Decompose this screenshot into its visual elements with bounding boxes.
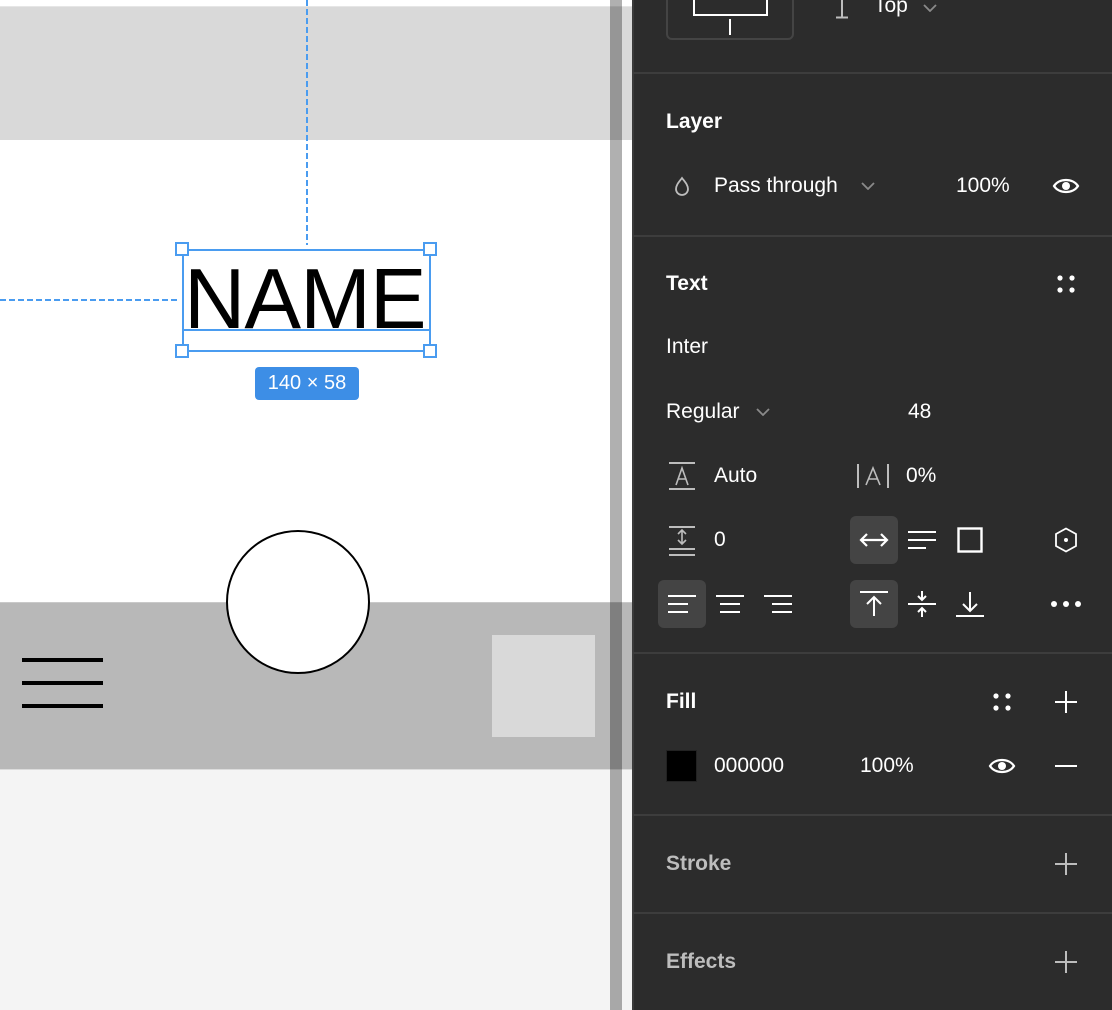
spacing-guide-vertical [306,0,308,245]
eye-icon[interactable] [986,754,1018,778]
letter-spacing-input[interactable]: 0% [906,462,936,490]
blend-mode-drop-icon [670,174,694,198]
fill-section-title: Fill [666,690,697,713]
font-size-input[interactable]: 48 [908,398,931,426]
vertical-constraint-icon [834,0,850,20]
fill-color-swatch[interactable] [666,750,697,782]
font-weight-select[interactable]: Regular [666,398,740,426]
section-divider [632,912,1112,914]
blend-mode-select[interactable]: Pass through [714,172,838,200]
resize-handle-top-right[interactable] [423,242,437,256]
dimensions-label: 140 × 58 [255,367,359,400]
align-left-button[interactable] [658,580,706,628]
auto-height-button[interactable] [898,516,946,564]
resize-handle-top-left[interactable] [175,242,189,256]
align-center-button[interactable] [706,580,754,628]
chevron-down-icon[interactable] [755,406,771,418]
fill-opacity-input[interactable]: 100% [860,752,914,780]
line-height-icon [666,460,698,492]
constraints-widget[interactable] [666,0,794,40]
align-right-button[interactable] [754,580,802,628]
effects-section-title: Effects [666,950,737,973]
align-middle-button[interactable] [898,580,946,628]
layer-opacity-input[interactable]: 100% [956,172,1010,200]
section-divider [632,814,1112,816]
chevron-down-icon[interactable] [860,180,876,192]
paragraph-spacing-input[interactable]: 0 [714,526,726,554]
remove-fill-minus-icon[interactable] [1052,752,1080,780]
hamburger-menu-icon-line-1[interactable] [22,658,103,662]
text-baseline-indicator [182,329,431,331]
letter-spacing-icon [854,462,892,490]
chevron-down-icon[interactable] [922,2,938,14]
more-options-icon[interactable] [1042,580,1090,628]
truncate-text-hexagon-icon[interactable] [1042,516,1090,564]
align-bottom-button[interactable] [946,580,994,628]
section-divider [632,652,1112,654]
fill-styles-dots-icon[interactable] [988,690,1016,714]
auto-width-button[interactable] [850,516,898,564]
selection-box[interactable] [182,249,431,352]
resize-handle-bottom-left[interactable] [175,344,189,358]
text-section-title: Text [666,272,708,295]
align-top-button[interactable] [850,580,898,628]
fixed-size-button[interactable] [946,516,994,564]
constraint-bottom-line[interactable] [729,19,731,35]
design-canvas[interactable]: NAME 140 × 58 [0,0,632,1010]
paragraph-spacing-icon [666,524,698,558]
add-effect-plus-icon[interactable] [1052,948,1080,976]
circle-ellipse[interactable] [226,530,370,674]
section-divider [632,72,1112,74]
text-styles-dots-icon[interactable] [1052,272,1080,296]
constraints-frame-box [693,0,768,16]
add-fill-plus-icon[interactable] [1052,688,1080,716]
layer-section-title: Layer [666,110,723,133]
vertical-scrollbar[interactable] [610,0,622,1010]
fill-hex-input[interactable]: 000000 [714,752,784,780]
spacing-guide-horizontal [0,299,180,301]
header-rectangle[interactable] [0,6,632,140]
hamburger-menu-icon-line-3[interactable] [22,704,103,708]
vertical-constraint-select[interactable]: Top [874,0,908,20]
resize-handle-bottom-right[interactable] [423,344,437,358]
square-rectangle[interactable] [492,635,595,737]
font-family-select[interactable]: Inter [666,333,708,361]
add-stroke-plus-icon[interactable] [1052,850,1080,878]
hamburger-menu-icon-line-2[interactable] [22,681,103,685]
line-height-input[interactable]: Auto [714,462,757,490]
eye-icon[interactable] [1050,174,1082,198]
stroke-section-title: Stroke [666,852,732,875]
section-divider [632,235,1112,237]
